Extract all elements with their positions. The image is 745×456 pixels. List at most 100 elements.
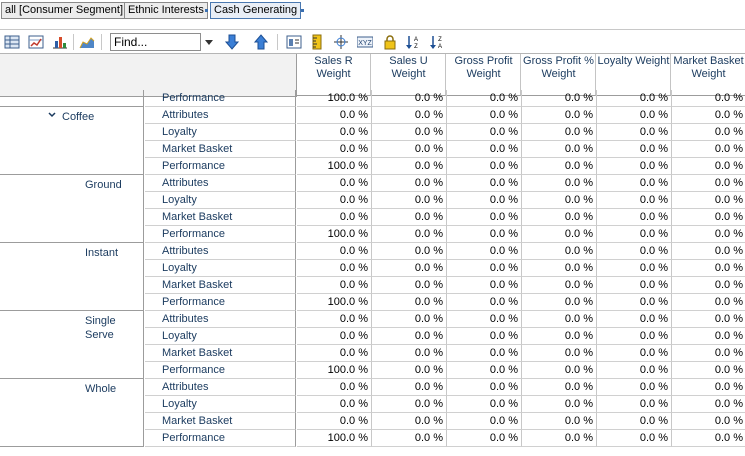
table-cell[interactable]: 0.0 % [372,192,447,209]
table-cell[interactable]: 0.0 % [597,311,672,328]
breadcrumb-ethnic-interests[interactable]: Ethnic Interests [124,2,208,19]
table-cell[interactable]: 0.0 % [297,192,372,209]
table-cell[interactable]: 0.0 % [597,107,672,124]
table-cell[interactable]: 0.0 % [297,124,372,141]
table-cell[interactable]: 0.0 % [372,294,447,311]
table-cell[interactable]: 0.0 % [522,260,597,277]
chevron-down-icon[interactable] [48,112,56,118]
row-metric-label[interactable]: Attributes [145,379,296,396]
table-cell[interactable]: 0.0 % [597,413,672,430]
table-cell[interactable]: 0.0 % [597,379,672,396]
table-cell[interactable]: 0.0 % [372,107,447,124]
table-cell[interactable]: 0.0 % [447,209,522,226]
row-metric-label[interactable]: Market Basket [145,209,296,226]
table-cell[interactable]: 0.0 % [672,124,745,141]
table-cell[interactable]: 0.0 % [447,328,522,345]
table-cell[interactable]: 0.0 % [597,90,672,107]
table-cell[interactable]: 0.0 % [297,243,372,260]
table-cell[interactable]: 0.0 % [372,175,447,192]
table-cell[interactable]: 0.0 % [297,328,372,345]
table-cell[interactable]: 0.0 % [297,277,372,294]
table-cell[interactable]: 0.0 % [522,141,597,158]
table-cell[interactable]: 0.0 % [672,413,745,430]
table-cell[interactable]: 0.0 % [372,209,447,226]
table-cell[interactable]: 0.0 % [672,192,745,209]
table-cell[interactable]: 0.0 % [447,90,522,107]
table-cell[interactable]: 0.0 % [447,260,522,277]
row-group-label[interactable]: Single Serve [85,314,140,342]
table-cell[interactable]: 0.0 % [522,226,597,243]
table-cell[interactable]: 0.0 % [522,243,597,260]
table-cell[interactable]: 0.0 % [522,311,597,328]
row-metric-label[interactable]: Loyalty [145,124,296,141]
row-metric-label[interactable]: Loyalty [145,192,296,209]
table-cell[interactable]: 0.0 % [297,107,372,124]
layout-icon[interactable] [286,34,302,50]
table-cell[interactable]: 100.0 % [297,362,372,379]
table-cell[interactable]: 0.0 % [672,243,745,260]
ruler-icon[interactable] [309,34,325,50]
table-cell[interactable]: 0.0 % [447,175,522,192]
row-metric-label[interactable]: Loyalty [145,396,296,413]
table-cell[interactable]: 0.0 % [522,362,597,379]
table-cell[interactable]: 0.0 % [597,260,672,277]
table-cell[interactable]: 0.0 % [372,124,447,141]
row-metric-label[interactable]: Attributes [145,175,296,192]
row-metric-label[interactable]: Market Basket [145,277,296,294]
table-cell[interactable]: 0.0 % [597,209,672,226]
table-cell[interactable]: 0.0 % [522,430,597,447]
row-metric-label[interactable]: Performance [145,226,296,243]
table-cell[interactable]: 100.0 % [297,294,372,311]
chart-grid-icon[interactable] [28,34,44,50]
table-cell[interactable]: 0.0 % [297,175,372,192]
table-cell[interactable]: 0.0 % [522,158,597,175]
table-cell[interactable]: 0.0 % [672,362,745,379]
find-input[interactable] [110,33,201,51]
row-metric-label[interactable]: Loyalty [145,328,296,345]
table-cell[interactable]: 0.0 % [372,430,447,447]
row-group-label[interactable]: Instant [85,246,140,260]
table-cell[interactable]: 0.0 % [372,277,447,294]
table-cell[interactable]: 0.0 % [522,124,597,141]
table-cell[interactable]: 0.0 % [447,277,522,294]
grid-view-icon[interactable] [4,34,20,50]
row-group-label[interactable]: Coffee [62,110,117,124]
table-cell[interactable]: 0.0 % [672,345,745,362]
table-cell[interactable]: 0.0 % [297,141,372,158]
table-cell[interactable]: 0.0 % [597,430,672,447]
table-cell[interactable]: 0.0 % [447,413,522,430]
table-cell[interactable]: 0.0 % [672,209,745,226]
row-metric-label[interactable]: Attributes [145,243,296,260]
table-cell[interactable]: 0.0 % [597,362,672,379]
table-cell[interactable]: 0.0 % [522,107,597,124]
sort-descending-icon[interactable]: ZA [429,34,445,50]
table-cell[interactable]: 0.0 % [522,413,597,430]
table-cell[interactable]: 0.0 % [522,345,597,362]
table-cell[interactable]: 0.0 % [597,277,672,294]
table-cell[interactable]: 0.0 % [597,141,672,158]
table-cell[interactable]: 0.0 % [372,90,447,107]
row-metric-label[interactable]: Performance [145,158,296,175]
row-metric-label[interactable]: Market Basket [145,345,296,362]
table-cell[interactable]: 0.0 % [372,413,447,430]
table-cell[interactable]: 100.0 % [297,226,372,243]
table-cell[interactable]: 0.0 % [672,294,745,311]
table-cell[interactable]: 0.0 % [372,345,447,362]
lock-icon[interactable] [382,34,398,50]
table-cell[interactable]: 0.0 % [672,107,745,124]
table-cell[interactable]: 0.0 % [672,90,745,107]
table-cell[interactable]: 0.0 % [447,294,522,311]
table-cell[interactable]: 0.0 % [672,379,745,396]
table-cell[interactable]: 0.0 % [597,294,672,311]
table-cell[interactable]: 0.0 % [597,192,672,209]
row-metric-label[interactable]: Attributes [145,107,296,124]
table-cell[interactable]: 0.0 % [447,243,522,260]
table-cell[interactable]: 0.0 % [372,141,447,158]
table-cell[interactable]: 0.0 % [447,396,522,413]
table-cell[interactable]: 0.0 % [297,396,372,413]
table-cell[interactable]: 0.0 % [597,175,672,192]
row-metric-label[interactable]: Performance [145,362,296,379]
table-cell[interactable]: 0.0 % [522,328,597,345]
table-cell[interactable]: 0.0 % [672,175,745,192]
table-cell[interactable]: 0.0 % [672,396,745,413]
